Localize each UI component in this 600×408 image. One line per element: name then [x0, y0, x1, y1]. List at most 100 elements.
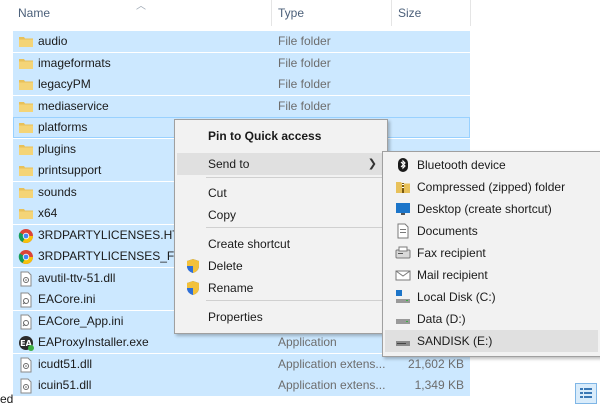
folder-icon [18, 56, 34, 71]
zip-folder-icon [395, 179, 411, 195]
shield-icon [185, 280, 201, 296]
file-name: imageformats [38, 55, 111, 70]
exe-icon: EA [18, 335, 34, 351]
menu-item-properties[interactable]: Properties [177, 306, 385, 328]
file-name: icuin51.dll [38, 378, 92, 392]
send-to-item-fax-recipient[interactable]: Fax recipient [385, 242, 598, 264]
folder-icon [18, 185, 34, 200]
file-type: File folder [278, 34, 331, 48]
file-type: Application extens... [278, 378, 386, 392]
file-type: File folder [278, 55, 331, 70]
folder-icon [18, 99, 34, 114]
send-to-item-label: Fax recipient [417, 246, 486, 260]
menu-item-pin-to-quick-access[interactable]: Pin to Quick access [177, 125, 385, 147]
dll-icon [18, 271, 34, 286]
file-name: legacyPM [38, 77, 91, 91]
ini-icon [18, 292, 34, 308]
folder-icon [18, 120, 34, 135]
send-to-item-documents[interactable]: Documents [385, 220, 598, 242]
context-menu: Pin to Quick access Send to ❯ Cut Copy Create… [174, 119, 388, 334]
local-disk-icon [395, 289, 411, 305]
column-size-header[interactable]: Size [398, 0, 421, 26]
desktop-icon [395, 201, 411, 217]
send-to-item-data-d[interactable]: Data (D:) [385, 308, 598, 330]
send-to-item-label: Documents [417, 224, 478, 238]
send-to-item-label: Mail recipient [417, 268, 488, 282]
column-divider[interactable] [271, 0, 272, 26]
menu-separator [206, 227, 385, 228]
menu-item-create-shortcut[interactable]: Create shortcut [177, 233, 385, 255]
send-to-item-label: Data (D:) [417, 312, 466, 326]
file-size: 1,349 KB [414, 378, 464, 392]
details-view-button[interactable] [575, 383, 597, 404]
send-to-item-label: SANDISK (E:) [417, 334, 493, 348]
send-to-item-label: Desktop (create shortcut) [417, 202, 552, 216]
file-type: Application extens... [278, 356, 386, 371]
send-to-item-sandisk-e[interactable]: SANDISK (E:) [385, 330, 598, 352]
file-row[interactable]: legacyPM File folder [13, 74, 470, 95]
folder-icon [18, 163, 34, 178]
file-name: icudt51.dll [38, 356, 93, 371]
dll-icon [18, 357, 34, 372]
menu-item-label: Send to [208, 157, 250, 171]
chevron-right-icon: ❯ [367, 158, 377, 170]
file-row[interactable]: mediaservice File folder [13, 95, 470, 117]
documents-icon [395, 223, 411, 239]
folder-icon [18, 34, 34, 49]
menu-item-rename[interactable]: Rename [177, 277, 385, 299]
send-to-item-label: Bluetooth device [417, 158, 506, 172]
menu-item-label: Cut [208, 186, 227, 200]
file-name: mediaservice [38, 98, 109, 113]
column-name-header[interactable]: Name [18, 0, 50, 26]
chrome-icon [18, 228, 34, 243]
shield-icon [185, 258, 201, 274]
send-to-submenu: Bluetooth device Compressed (zipped) fold… [382, 151, 600, 357]
send-to-item-label: Local Disk (C:) [417, 290, 496, 304]
menu-item-label: Pin to Quick access [208, 129, 322, 143]
details-view-icon [580, 388, 592, 398]
send-to-item-label: Compressed (zipped) folder [417, 180, 566, 194]
bluetooth-icon [395, 157, 411, 173]
folder-icon [18, 77, 34, 92]
file-row[interactable]: audio File folder [13, 31, 470, 52]
send-to-item-mail-recipient[interactable]: Mail recipient [385, 264, 598, 286]
file-name: EAProxyInstaller.exe [38, 335, 149, 349]
mail-icon [395, 267, 411, 283]
menu-item-label: Rename [208, 281, 254, 295]
column-divider[interactable] [391, 0, 392, 26]
file-type: File folder [278, 77, 331, 91]
sort-ascending-icon: ︿ [136, 1, 146, 12]
menu-item-delete[interactable]: Delete [177, 255, 385, 277]
send-to-item-local-disk-c[interactable]: Local Disk (C:) [385, 286, 598, 308]
status-text: ed [0, 392, 14, 406]
file-row[interactable]: imageformats File folder [13, 52, 470, 74]
drive-icon [395, 311, 411, 327]
menu-item-label: Properties [208, 310, 263, 324]
column-type-header[interactable]: Type [278, 0, 304, 26]
send-to-item-compressed-zipped-folder[interactable]: Compressed (zipped) folder [385, 176, 598, 198]
fax-icon [395, 245, 411, 261]
send-to-item-bluetooth-device[interactable]: Bluetooth device [385, 154, 598, 176]
file-name: audio [38, 34, 68, 48]
menu-item-send-to[interactable]: Send to ❯ [177, 153, 385, 175]
send-to-item-desktop-create-shortcut[interactable]: Desktop (create shortcut) [385, 198, 598, 220]
menu-separator [206, 177, 385, 178]
chrome-icon [18, 249, 34, 264]
menu-separator [206, 300, 385, 301]
menu-item-label: Copy [208, 208, 237, 222]
menu-item-cut[interactable]: Cut [177, 182, 385, 204]
menu-item-label: Create shortcut [208, 237, 291, 251]
file-type: Application [278, 335, 337, 349]
column-header: Name ︿ Type Size [0, 0, 600, 26]
usb-drive-icon [395, 333, 411, 349]
ini-icon [18, 314, 34, 329]
menu-item-copy[interactable]: Copy [177, 204, 385, 226]
menu-item-label: Delete [208, 259, 243, 273]
file-row[interactable]: icuin51.dll Application extens... 1,349 KB [13, 375, 470, 396]
dll-icon [18, 378, 34, 394]
folder-icon [18, 206, 34, 221]
column-divider[interactable] [470, 0, 471, 26]
folder-icon [18, 142, 34, 157]
status-bar: ed [0, 392, 600, 408]
file-type: File folder [278, 98, 331, 113]
